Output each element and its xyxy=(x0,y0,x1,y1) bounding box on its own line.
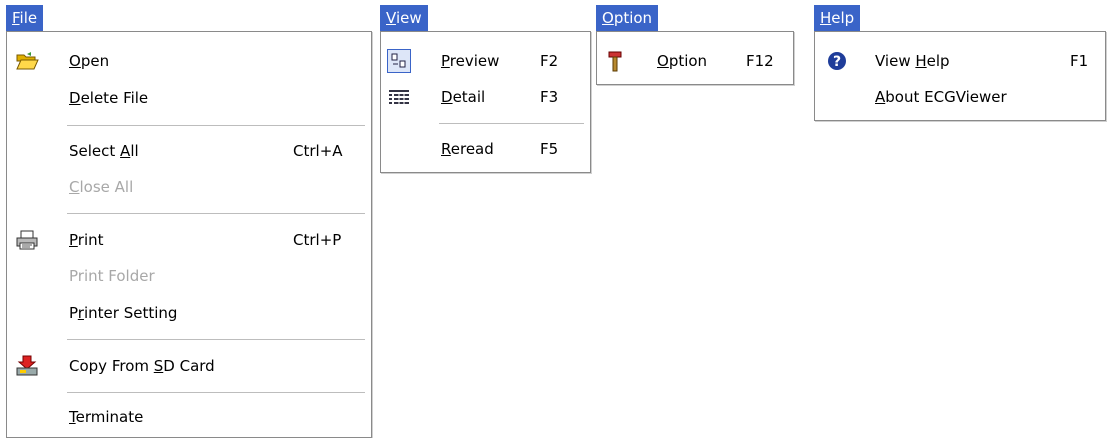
printer-icon xyxy=(15,228,39,252)
menu-title-option-mnemonic: O xyxy=(602,9,614,27)
view-menu-panel: Preview F2 Detail F3 Reread F5 xyxy=(380,31,591,173)
mnemonic: D xyxy=(441,88,453,106)
menu-item-copy-from-sd-card[interactable]: Copy From SD Card xyxy=(7,351,371,381)
sd-card-download-icon xyxy=(15,354,39,378)
mnemonic: H xyxy=(915,52,927,70)
menu-item-select-all-label: Select All xyxy=(69,136,139,166)
menu-item-print-folder-label: Print Folder xyxy=(69,267,155,285)
menu-item-preview[interactable]: Preview F2 xyxy=(381,46,590,76)
mnemonic: A xyxy=(875,88,886,106)
menu-item-open-label: Open xyxy=(69,46,109,76)
mnemonic: O xyxy=(657,52,669,70)
folder-open-icon xyxy=(15,49,39,73)
mnemonic: S xyxy=(153,357,164,375)
menu-title-file[interactable]: File xyxy=(6,5,44,31)
menu-title-help-mnemonic: H xyxy=(820,9,832,27)
label-rest: review xyxy=(449,52,500,70)
label-rest: etail xyxy=(452,88,486,106)
shortcut-f5: F5 xyxy=(540,140,559,158)
menu-item-select-all[interactable]: Select All Ctrl+A xyxy=(7,136,371,166)
menu-title-option[interactable]: Option xyxy=(596,5,659,31)
label-pre: View xyxy=(875,52,916,70)
shortcut-ctrl-a: Ctrl+A xyxy=(293,142,343,160)
menu-item-about[interactable]: About ECGViewer xyxy=(815,82,1105,112)
menu-item-print-folder: Print Folder xyxy=(7,261,371,291)
menu-item-view-help[interactable]: ? View Help F1 xyxy=(815,46,1105,76)
mnemonic: T xyxy=(69,408,76,426)
label-pre: P xyxy=(69,304,78,322)
hammer-icon xyxy=(603,49,627,73)
help-question-icon: ? xyxy=(825,49,849,73)
mnemonic: D xyxy=(69,89,81,107)
menu-separator xyxy=(67,339,365,340)
menu-item-preview-label: Preview xyxy=(441,46,499,76)
menu-title-view-rest: iew xyxy=(395,9,422,27)
menu-item-close-all: Close All xyxy=(7,172,371,202)
label-pre: Copy From xyxy=(69,357,154,375)
menu-item-view-help-label: View Help xyxy=(875,46,950,76)
menu-item-terminate-label: Terminate xyxy=(69,402,143,432)
menu-separator xyxy=(67,213,365,214)
menu-item-detail-label: Detail xyxy=(441,82,485,112)
label-rest: erminate xyxy=(75,408,144,426)
label-rest: inter Setting xyxy=(83,304,178,322)
label-rest: bout ECGViewer xyxy=(885,88,1007,106)
menu-title-view-mnemonic: V xyxy=(386,9,396,27)
label-rest: elp xyxy=(926,52,950,70)
menu-separator xyxy=(67,392,365,393)
detail-list-icon xyxy=(387,85,411,109)
menu-item-delete-file[interactable]: Delete File xyxy=(7,83,371,113)
menu-item-about-label: About ECGViewer xyxy=(875,82,1007,112)
menu-title-help-rest: elp xyxy=(831,9,855,27)
shortcut-ctrl-p: Ctrl+P xyxy=(293,231,342,249)
menu-item-delete-file-label: Delete File xyxy=(69,83,148,113)
menu-item-reread-label: Reread xyxy=(441,134,494,164)
menu-title-file-rest: ile xyxy=(19,9,38,27)
shortcut-f3: F3 xyxy=(540,88,559,106)
menu-item-close-all-label: Close All xyxy=(69,172,133,202)
label-rest: eread xyxy=(450,140,494,158)
label-rest: rint xyxy=(77,231,104,249)
menu-title-view[interactable]: View xyxy=(380,5,428,31)
menu-item-open[interactable]: Open xyxy=(7,46,371,76)
menu-item-printer-setting-label: Printer Setting xyxy=(69,298,177,328)
menu-item-detail[interactable]: Detail F3 xyxy=(381,82,590,112)
label-rest: elete File xyxy=(80,89,149,107)
label-rest: lose All xyxy=(79,178,134,196)
option-menu-panel: Option F12 xyxy=(596,31,794,85)
mnemonic: R xyxy=(441,140,451,158)
label-rest: ption xyxy=(668,52,708,70)
menu-separator xyxy=(67,125,365,126)
menu-item-option-label: Option xyxy=(657,46,707,76)
preview-icon xyxy=(387,49,411,73)
menu-separator xyxy=(439,123,584,124)
shortcut-f12: F12 xyxy=(746,52,774,70)
mnemonic: P xyxy=(441,52,450,70)
menu-item-option[interactable]: Option F12 xyxy=(597,46,793,76)
label-pre: Select xyxy=(69,142,121,160)
mnemonic: C xyxy=(69,178,80,196)
svg-text:?: ? xyxy=(833,54,841,70)
help-menu-panel: ? View Help F1 About ECGViewer xyxy=(814,31,1106,121)
label-rest: D Card xyxy=(163,357,215,375)
menu-item-copy-from-sd-card-label: Copy From SD Card xyxy=(69,351,215,381)
menu-item-reread[interactable]: Reread F5 xyxy=(381,134,590,164)
menu-item-terminate[interactable]: Terminate xyxy=(7,402,371,432)
mnemonic: P xyxy=(69,231,78,249)
menu-item-print-label: Print xyxy=(69,225,104,255)
menu-title-help[interactable]: Help xyxy=(814,5,861,31)
mnemonic: O xyxy=(69,52,81,70)
file-menu-panel: Open Delete File Select All Ctrl+A Close… xyxy=(6,31,372,438)
mnemonic: A xyxy=(120,142,131,160)
shortcut-f1: F1 xyxy=(1070,52,1089,70)
menu-item-print[interactable]: Print Ctrl+P xyxy=(7,225,371,255)
menu-title-option-rest: ption xyxy=(613,9,653,27)
shortcut-f2: F2 xyxy=(540,52,559,70)
menu-item-printer-setting[interactable]: Printer Setting xyxy=(7,298,371,328)
menu-title-file-mnemonic: F xyxy=(12,9,20,27)
label-rest: ll xyxy=(130,142,139,160)
label-rest: pen xyxy=(80,52,110,70)
